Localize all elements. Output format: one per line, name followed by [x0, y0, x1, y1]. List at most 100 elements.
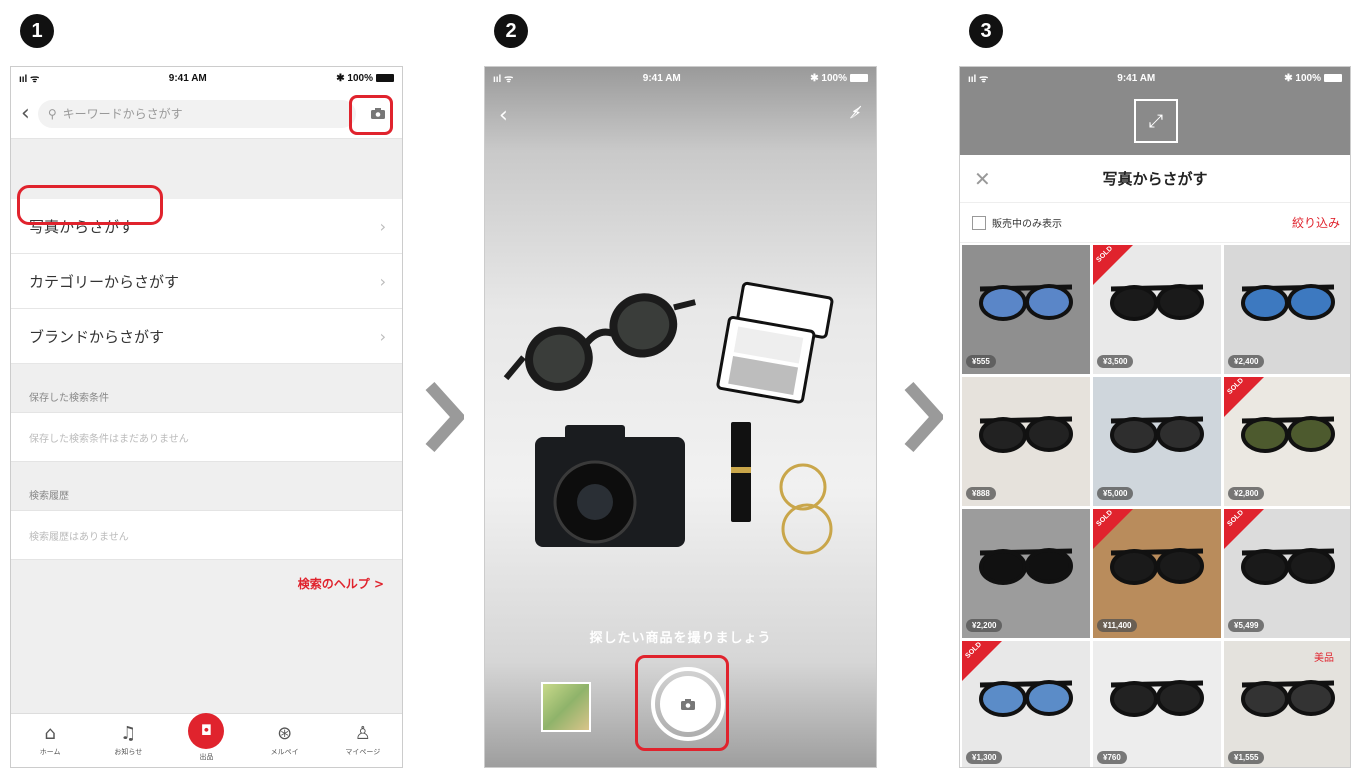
result-item[interactable]: SOLD ¥11,400: [1093, 509, 1221, 638]
result-item[interactable]: ¥555: [962, 245, 1090, 374]
bell-icon: ♫: [120, 723, 137, 744]
signal-indicator: ııl ᯤ: [19, 74, 40, 85]
menu-item-category-search[interactable]: カテゴリーからさがす ›: [11, 254, 402, 309]
item-price: ¥760: [1097, 751, 1127, 764]
results-title: 写真からさがす: [1102, 170, 1208, 188]
step-2-marker: 2: [494, 14, 528, 48]
highlight-photo-search: [17, 185, 163, 225]
result-item[interactable]: ¥888: [962, 377, 1090, 506]
status-bar: ııl ᯤ 9:41 AM ✱ 100%: [11, 67, 402, 89]
sunglasses-photo: [1110, 284, 1204, 321]
search-placeholder: キーワードからさがす: [62, 107, 183, 121]
sunglasses-photo: [1110, 416, 1204, 453]
camera-viewfinder-image: [503, 281, 834, 555]
tab-home[interactable]: ⌂ ホーム: [20, 724, 80, 757]
refine-link[interactable]: 絞り込み: [1292, 214, 1340, 231]
filter-bar: 販売中のみ表示 絞り込み: [960, 203, 1350, 243]
flash-off-icon[interactable]: ⚡̸: [851, 103, 862, 128]
camera-icon: ◘: [188, 713, 225, 749]
tab-merpay[interactable]: ⊛ メルペイ: [255, 724, 315, 757]
camera-preview-strip: ııl ᯤ 9:41 AM ✱ 100% ⤢: [960, 67, 1350, 155]
next-step-arrow-icon: [904, 382, 943, 452]
tab-bar: ⌂ ホーム ♫ お知らせ ◘ 出品 ⊛ メルペイ ♙ マイページ: [11, 713, 402, 767]
item-price: ¥888: [966, 487, 996, 500]
saved-searches-empty: 保存した検索条件はまだありません: [11, 412, 402, 462]
photo-search-results-screen: ııl ᯤ 9:41 AM ✱ 100% ⤢ ✕ 写真からさがす 販売中のみ表示…: [959, 66, 1351, 768]
merpay-icon: ⊛: [277, 723, 293, 744]
home-icon: ⌂: [44, 723, 56, 744]
expand-crop-icon[interactable]: ⤢: [1134, 99, 1178, 143]
sunglasses-photo: [1241, 680, 1335, 717]
item-price: ¥5,000: [1097, 487, 1134, 500]
item-price: ¥3,500: [1097, 355, 1134, 368]
checkbox-label: 販売中のみ表示: [992, 219, 1062, 230]
item-price: ¥1,555: [1228, 751, 1265, 764]
photo-library-thumbnail[interactable]: [541, 682, 591, 732]
signal-indicator: ııl ᯤ: [968, 74, 989, 85]
on-sale-only-checkbox[interactable]: 販売中のみ表示: [972, 215, 1062, 230]
sold-ribbon: SOLD: [1224, 509, 1264, 549]
tab-label: 出品: [199, 753, 214, 761]
step-3-marker: 3: [969, 14, 1003, 48]
menu-item-label: ブランドからさがす: [29, 327, 165, 346]
back-icon[interactable]: ‹: [499, 103, 508, 128]
status-time: 9:41 AM: [168, 72, 207, 84]
result-item[interactable]: ¥5,000: [1093, 377, 1221, 506]
chevron-right-icon: ›: [379, 326, 386, 346]
result-item[interactable]: SOLD ¥1,300: [962, 641, 1090, 767]
back-icon[interactable]: ‹: [21, 101, 30, 126]
sunglasses-photo: [1241, 548, 1335, 585]
search-history-heading: 検索履歴: [29, 491, 69, 502]
battery-indicator: ✱ 100%: [810, 73, 868, 84]
status-time: 9:41 AM: [642, 72, 681, 84]
search-header: ‹ ⚲ キーワードからさがす: [11, 89, 402, 139]
status-time: 9:41 AM: [1117, 72, 1156, 84]
camera-prompt: 探したい商品を撮りましょう: [589, 631, 772, 646]
sunglasses-photo: [1110, 680, 1204, 717]
item-price: ¥1,300: [966, 751, 1003, 764]
results-header: ✕ 写真からさがす: [960, 155, 1350, 203]
result-item[interactable]: SOLD ¥5,499: [1224, 509, 1350, 638]
next-step-arrow-icon: [425, 382, 464, 452]
result-item[interactable]: ¥2,400: [1224, 245, 1350, 374]
chevron-right-icon: ›: [379, 216, 386, 236]
close-icon[interactable]: ✕: [974, 167, 991, 191]
item-price: ¥2,400: [1228, 355, 1265, 368]
highlight-camera-button: [349, 95, 393, 135]
result-item[interactable]: ¥760: [1093, 641, 1221, 767]
sunglasses-photo: [979, 416, 1073, 453]
search-history-empty: 検索履歴はありません: [11, 510, 402, 560]
highlight-shutter-button: [635, 655, 729, 751]
search-screen: ııl ᯤ 9:41 AM ✱ 100% ‹ ⚲ キーワードからさがす 写真から…: [10, 66, 403, 768]
result-item[interactable]: SOLD ¥3,500: [1093, 245, 1221, 374]
result-item[interactable]: ¥2,200: [962, 509, 1090, 638]
sold-ribbon: SOLD: [1093, 509, 1133, 549]
sunglasses-photo: [1241, 416, 1335, 453]
battery-indicator: ✱ 100%: [336, 73, 394, 84]
tab-label: メルペイ: [270, 748, 299, 756]
result-item[interactable]: 美品 ¥1,555: [1224, 641, 1350, 767]
tab-notifications[interactable]: ♫ お知らせ: [98, 724, 158, 757]
search-input[interactable]: ⚲ キーワードからさがす: [37, 99, 356, 128]
step-1-marker: 1: [20, 14, 54, 48]
tab-sell[interactable]: ◘ 出品: [176, 713, 236, 762]
sunglasses-photo: [979, 680, 1073, 717]
tab-mypage[interactable]: ♙ マイページ: [333, 724, 393, 757]
item-price: ¥2,200: [966, 619, 1003, 632]
tab-label: お知らせ: [114, 748, 143, 756]
status-bar: ııl ᯤ 9:41 AM ✱ 100%: [485, 67, 876, 89]
condition-badge: 美品: [1314, 653, 1334, 664]
tab-label: マイページ: [345, 748, 381, 756]
checkbox-box: [972, 215, 986, 230]
user-icon: ♙: [354, 723, 371, 744]
sunglasses-photo: [1110, 548, 1204, 585]
sunglasses-photo: [1241, 284, 1335, 321]
item-price: ¥5,499: [1228, 619, 1265, 632]
menu-item-brand-search[interactable]: ブランドからさがす ›: [11, 309, 402, 364]
signal-indicator: ııl ᯤ: [493, 74, 514, 85]
menu-item-label: カテゴリーからさがす: [29, 272, 180, 291]
search-help-link[interactable]: 検索のヘルプ >: [298, 575, 384, 592]
result-item[interactable]: SOLD ¥2,800: [1224, 377, 1350, 506]
saved-searches-heading: 保存した検索条件: [29, 393, 109, 404]
camera-screen: ııl ᯤ 9:41 AM ✱ 100% ‹ ⚡̸ 探したい商品を撮りましょう: [484, 66, 877, 768]
